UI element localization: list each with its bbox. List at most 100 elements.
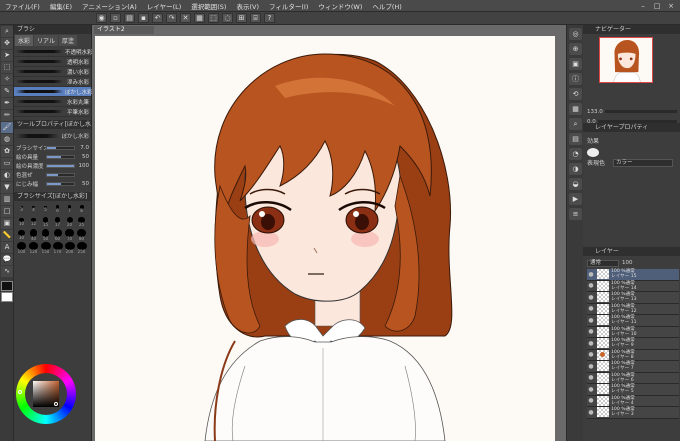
visibility-eye-icon[interactable]: ●: [587, 317, 595, 324]
property-row[interactable]: 絵の具濃度 100: [14, 161, 91, 170]
color-wheel[interactable]: [16, 364, 76, 424]
zoom-tool-icon[interactable]: ⌕: [1, 26, 13, 37]
brush-size-option[interactable]: 6: [52, 203, 63, 215]
text-tool-icon[interactable]: A: [1, 242, 13, 253]
blend-tool-icon[interactable]: ◐: [1, 170, 13, 181]
ruler-icon[interactable]: ⌸: [250, 13, 261, 23]
move-tool-icon[interactable]: ✥: [1, 38, 13, 49]
visibility-eye-icon[interactable]: ●: [587, 363, 595, 370]
auto-action-icon[interactable]: ▶: [569, 193, 582, 205]
intermediate-color-icon[interactable]: ◑: [569, 163, 582, 175]
property-row[interactable]: ブラシサイズ 7.0: [14, 143, 91, 152]
visibility-eye-icon[interactable]: ●: [587, 340, 595, 347]
brush-size-option[interactable]: 120: [28, 242, 39, 254]
save-icon[interactable]: ▪: [138, 13, 149, 23]
timeline-icon[interactable]: ≡: [569, 208, 582, 220]
menu-help[interactable]: ヘルプ(H): [367, 1, 406, 11]
layer-row[interactable]: ● 100 %通常 レイヤー 11: [587, 315, 679, 327]
visibility-eye-icon[interactable]: ●: [587, 294, 595, 301]
color-set-icon[interactable]: ▤: [569, 133, 582, 145]
pencil-tool-icon[interactable]: ✏: [1, 110, 13, 121]
menu-filter[interactable]: フィルター(I): [264, 1, 313, 11]
property-row[interactable]: にじみ幅 50: [14, 179, 91, 188]
saturation-marker[interactable]: [54, 402, 58, 406]
redo-icon[interactable]: ↷: [166, 13, 177, 23]
menu-selection[interactable]: 選択範囲(S): [186, 1, 231, 11]
brush-size-option[interactable]: 10: [16, 216, 27, 228]
visibility-eye-icon[interactable]: ●: [587, 328, 595, 335]
layer-row[interactable]: ● 100 %通常 レイヤー 12: [587, 303, 679, 315]
close-icon[interactable]: ×: [666, 2, 676, 10]
brush-size-option[interactable]: 200: [64, 242, 75, 254]
property-row[interactable]: 色混ぜ: [14, 170, 91, 179]
brush-size-option[interactable]: 40: [28, 229, 39, 241]
new-file-icon[interactable]: ▫: [110, 13, 121, 23]
undo-icon[interactable]: ↶: [152, 13, 163, 23]
brush-item[interactable]: 平筆水彩: [14, 107, 91, 117]
property-slider[interactable]: [46, 163, 75, 168]
visibility-eye-icon[interactable]: ●: [587, 282, 595, 289]
layer-row[interactable]: ● 100 %通常 レイヤー 3: [587, 407, 679, 419]
layer-row[interactable]: ● 100 %通常 レイヤー 7: [587, 361, 679, 373]
approx-color-icon[interactable]: ◒: [569, 178, 582, 190]
visibility-eye-icon[interactable]: ●: [587, 351, 595, 358]
main-color-swatch[interactable]: [1, 281, 13, 291]
minimize-icon[interactable]: –: [638, 2, 648, 10]
frame-tool-icon[interactable]: ▣: [1, 218, 13, 229]
menu-layer[interactable]: レイヤー(L): [142, 1, 187, 11]
opacity-value[interactable]: 100: [622, 260, 633, 266]
brush-size-option[interactable]: 50: [40, 229, 51, 241]
selection-icon[interactable]: ◌: [222, 13, 233, 23]
visibility-eye-icon[interactable]: ●: [587, 386, 595, 393]
navigator-thumbnail[interactable]: [599, 37, 653, 83]
visibility-eye-icon[interactable]: ●: [587, 271, 595, 278]
navigator-icon[interactable]: ◎: [569, 28, 582, 40]
menu-window[interactable]: ウィンドウ(W): [313, 1, 367, 11]
brush-item[interactable]: 水彩丸筆: [14, 97, 91, 107]
airbrush-tool-icon[interactable]: ◍: [1, 134, 13, 145]
eye-icon[interactable]: ◉: [96, 13, 107, 23]
property-slider[interactable]: [46, 181, 75, 186]
brush-item[interactable]: 濃い水彩: [14, 67, 91, 77]
zoom-value[interactable]: 133.0: [587, 109, 603, 115]
brush-size-option[interactable]: 80: [76, 229, 87, 241]
brush-item[interactable]: 不透明水彩: [14, 47, 93, 57]
figure-tool-icon[interactable]: □: [1, 206, 13, 217]
brush-size-option[interactable]: 20: [64, 216, 75, 228]
brush-tool-icon[interactable]: 🖌: [1, 122, 13, 133]
brush-size-option[interactable]: 170: [52, 242, 63, 254]
brush-size-option[interactable]: 4: [28, 203, 39, 215]
property-slider[interactable]: [46, 154, 75, 159]
brush-size-option[interactable]: 7: [64, 203, 75, 215]
layer-row[interactable]: ● 100 %通常 レイヤー 6: [587, 372, 679, 384]
brush-size-option[interactable]: 15: [40, 216, 51, 228]
visibility-eye-icon[interactable]: ●: [587, 409, 595, 416]
brush-size-option[interactable]: 100: [16, 242, 27, 254]
menu-animation[interactable]: アニメーション(A): [77, 1, 142, 11]
zoom-in-icon[interactable]: ⊕: [569, 43, 582, 55]
sub-color-swatch[interactable]: [1, 292, 13, 302]
hue-marker[interactable]: [18, 390, 22, 394]
snap-icon[interactable]: ⊞: [236, 13, 247, 23]
brush-size-option[interactable]: 70: [64, 229, 75, 241]
open-icon[interactable]: ▤: [124, 13, 135, 23]
operation-tool-icon[interactable]: ➤: [1, 50, 13, 61]
color-history-icon[interactable]: ◔: [569, 148, 582, 160]
brush-size-option[interactable]: 3: [16, 203, 27, 215]
tab-watercolor[interactable]: 水彩: [15, 35, 34, 46]
correct-line-tool-icon[interactable]: ∿: [1, 266, 13, 277]
brush-size-option[interactable]: 12: [28, 216, 39, 228]
blend-mode-select[interactable]: 通常: [587, 259, 619, 267]
brush-size-option[interactable]: 150: [40, 242, 51, 254]
tab-thick[interactable]: 厚塗: [58, 35, 77, 46]
brush-size-option[interactable]: 25: [76, 216, 87, 228]
material-icon[interactable]: ▦: [569, 103, 582, 115]
layer-row[interactable]: ● 100 %通常 レイヤー 14: [587, 280, 679, 292]
info-icon[interactable]: ⓘ: [569, 73, 582, 85]
zoom-slider[interactable]: [604, 110, 677, 113]
layer-row[interactable]: ● 100 %通常 レイヤー 4: [587, 395, 679, 407]
brush-item[interactable]: 滲み水彩: [14, 77, 91, 87]
pen-tool-icon[interactable]: ✒: [1, 98, 13, 109]
balloon-tool-icon[interactable]: 💬: [1, 254, 13, 265]
gradient-tool-icon[interactable]: ▥: [1, 194, 13, 205]
